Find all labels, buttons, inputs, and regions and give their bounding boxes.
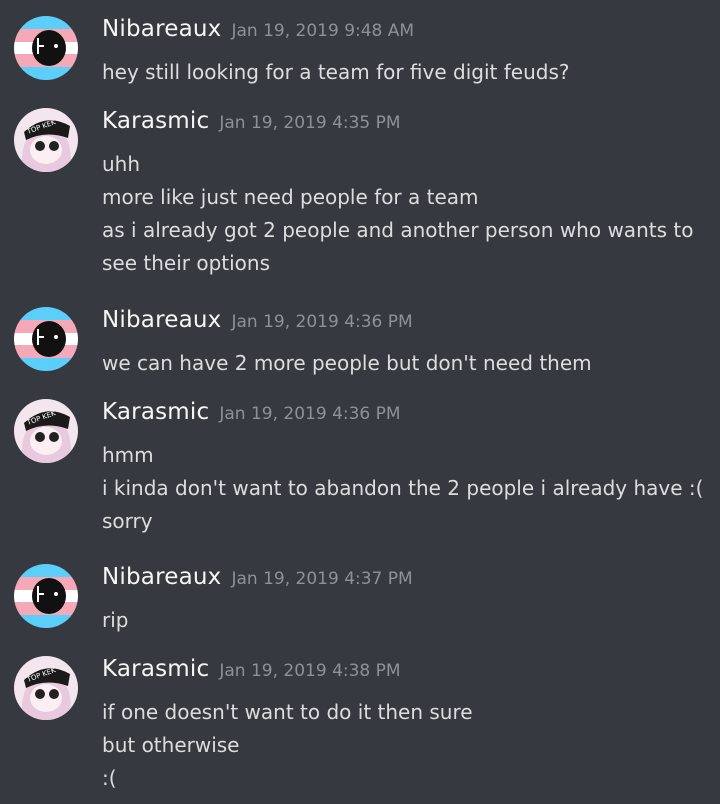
username[interactable]: Nibareaux	[102, 307, 221, 333]
message-header: Nibareaux Jan 19, 2019 4:36 PM	[102, 307, 413, 341]
trans-flag-ghost-avatar-icon[interactable]	[14, 307, 78, 371]
username[interactable]: Karasmic	[102, 656, 209, 682]
chat-message-list: Nibareaux Jan 19, 2019 9:48 AM hey still …	[0, 0, 720, 804]
timestamp: Jan 19, 2019 4:35 PM	[219, 113, 401, 133]
message-line: rip	[102, 608, 129, 632]
message-line: i kinda don't want to abandon the 2 peop…	[102, 476, 704, 500]
top-kek-anime-girl-avatar-icon[interactable]: TOP KEK	[14, 656, 78, 720]
message-line: :(	[102, 766, 117, 790]
top-kek-anime-girl-avatar-icon[interactable]: TOP KEK	[14, 108, 78, 172]
username[interactable]: Karasmic	[102, 399, 209, 425]
username[interactable]: Nibareaux	[102, 16, 221, 42]
timestamp: Jan 19, 2019 4:36 PM	[231, 312, 413, 332]
username[interactable]: Karasmic	[102, 108, 209, 134]
top-kek-anime-girl-avatar-icon[interactable]: TOP KEK	[14, 399, 78, 463]
message-line: hmm	[102, 443, 154, 467]
message-header: Nibareaux Jan 19, 2019 4:37 PM	[102, 564, 413, 598]
message-line: uhh	[102, 152, 141, 176]
message-content: hey still looking for a team for five di…	[102, 56, 569, 89]
message-content: if one doesn't want to do it then sure b…	[102, 696, 473, 795]
message-line: hey still looking for a team for five di…	[102, 60, 570, 84]
message-line: we can have 2 more people but don't need…	[102, 351, 592, 375]
message-line: if one doesn't want to do it then sure	[102, 700, 473, 724]
timestamp: Jan 19, 2019 9:48 AM	[231, 21, 415, 41]
message-line: more like just need people for a team	[102, 185, 479, 209]
message-header: Nibareaux Jan 19, 2019 9:48 AM	[102, 16, 414, 50]
message-header: Karasmic Jan 19, 2019 4:36 PM	[102, 399, 401, 433]
message-content: we can have 2 more people but don't need…	[102, 347, 592, 380]
trans-flag-ghost-avatar-icon[interactable]	[14, 16, 78, 80]
message-content: hmm i kinda don't want to abandon the 2 …	[102, 439, 703, 538]
message-line: see their options	[102, 251, 271, 275]
timestamp: Jan 19, 2019 4:38 PM	[219, 661, 401, 681]
username[interactable]: Nibareaux	[102, 564, 221, 590]
timestamp: Jan 19, 2019 4:36 PM	[219, 404, 401, 424]
message-content: rip	[102, 604, 128, 637]
message-content: uhh more like just need people for a tea…	[102, 148, 693, 280]
message-line: as i already got 2 people and another pe…	[102, 218, 694, 242]
trans-flag-ghost-avatar-icon[interactable]	[14, 564, 78, 628]
timestamp: Jan 19, 2019 4:37 PM	[231, 569, 413, 589]
message-header: Karasmic Jan 19, 2019 4:35 PM	[102, 108, 401, 142]
message-header: Karasmic Jan 19, 2019 4:38 PM	[102, 656, 401, 690]
message-line: sorry	[102, 509, 153, 533]
message-line: but otherwise	[102, 733, 240, 757]
